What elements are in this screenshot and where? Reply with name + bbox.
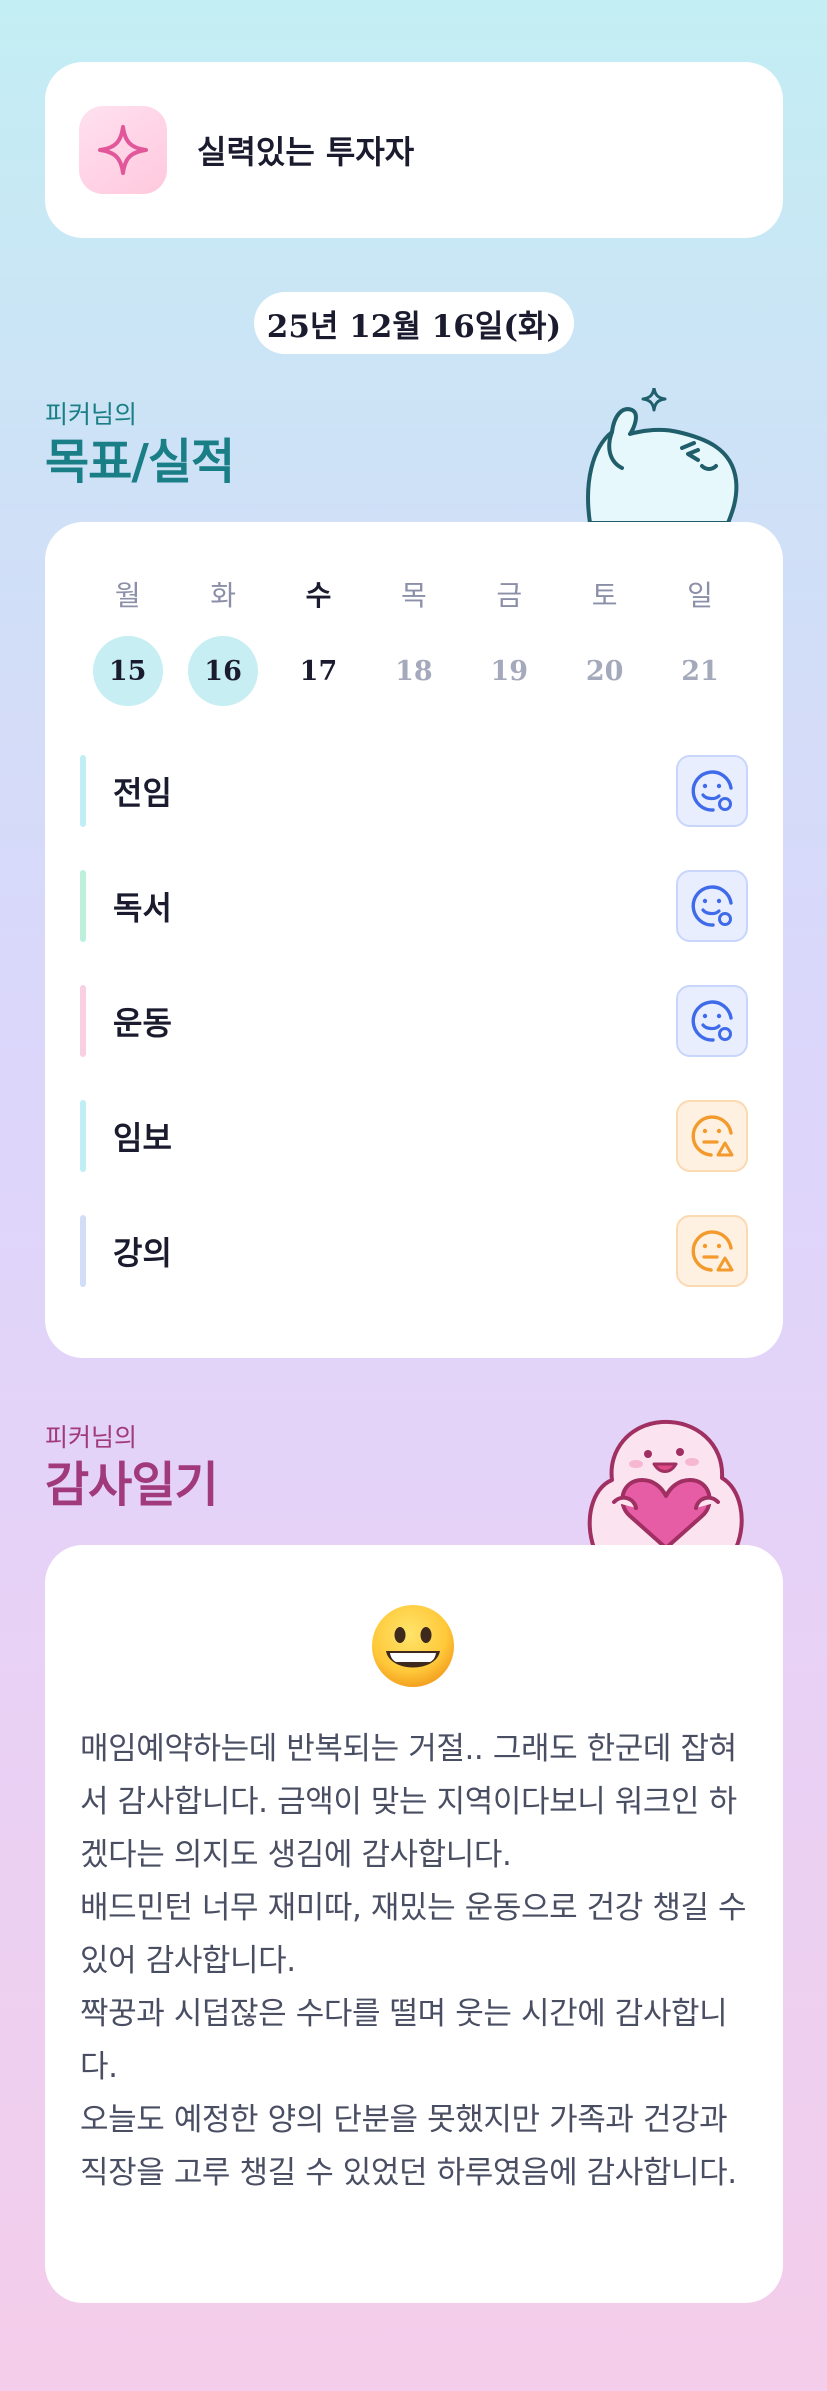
- weekday-label: 목: [400, 579, 427, 612]
- mascot-heart-illustration: [587, 1419, 744, 1548]
- profile-title: 실력있는 투자자: [197, 133, 415, 171]
- weekday-label-today: 수: [305, 579, 332, 612]
- weekday-label: 금: [496, 579, 523, 612]
- smile-check-icon: [691, 770, 733, 812]
- smile-check-icon: [691, 1000, 733, 1042]
- sparkle-icon: [98, 125, 148, 175]
- day-button[interactable]: 18: [379, 636, 449, 706]
- goal-status-button[interactable]: [676, 1100, 748, 1172]
- meh-warning-icon: [691, 1230, 734, 1272]
- thanks-diary-text: 매임예약하는데 반복되는 거절.. 그래도 한군데 잡혀서 감사합니다. 금액이…: [80, 1731, 747, 2191]
- profile-card[interactable]: 실력있는 투자자: [45, 62, 783, 238]
- goals-title: 목표/실적: [45, 434, 235, 490]
- weekday-label: 일: [687, 579, 713, 612]
- goal-label: 전임: [113, 774, 172, 812]
- goal-color-bar: [80, 985, 86, 1057]
- day-button-done[interactable]: 15: [92, 636, 163, 706]
- goal-color-bar: [80, 755, 86, 827]
- smile-check-icon: [691, 885, 733, 927]
- date-pill[interactable]: 25년 12월 16일(화): [254, 292, 574, 354]
- day-button[interactable]: 19: [474, 636, 544, 706]
- weekday-label: 월: [114, 579, 141, 612]
- goal-color-bar: [80, 870, 86, 942]
- day-button[interactable]: 21: [665, 636, 735, 706]
- goal-item[interactable]: 임보: [80, 1100, 748, 1172]
- goal-label: 운동: [113, 1004, 172, 1042]
- goal-color-bar: [80, 1215, 86, 1287]
- goal-label: 임보: [113, 1119, 172, 1157]
- goal-status-button[interactable]: [676, 1215, 748, 1287]
- thanks-diary-card: 매임예약하는데 반복되는 거절.. 그래도 한군데 잡혀서 감사합니다. 금액이…: [45, 1545, 783, 2303]
- goal-status-button[interactable]: [676, 870, 748, 942]
- week-date-row: 15 16 17 18 19 20 21: [80, 635, 748, 707]
- goals-card: 월 화 수 목 금 토 일 15 16 17 18 19 20 21 전임 독서: [45, 522, 783, 1358]
- goal-item[interactable]: 강의: [80, 1215, 748, 1287]
- goal-item[interactable]: 전임: [80, 755, 748, 827]
- weekday-label: 토: [591, 579, 618, 612]
- goal-status-button[interactable]: [676, 755, 748, 827]
- weekday-label: 화: [210, 579, 236, 612]
- thanks-title: 감사일기: [45, 1457, 219, 1513]
- goal-item[interactable]: 독서: [80, 870, 748, 942]
- goal-label: 강의: [113, 1234, 172, 1272]
- mascot-thumbs-up-illustration: [586, 388, 739, 523]
- goal-item[interactable]: 운동: [80, 985, 748, 1057]
- grinning-face-icon: [372, 1605, 454, 1687]
- goal-label: 독서: [113, 889, 172, 927]
- day-button-today[interactable]: 17: [283, 636, 353, 706]
- meh-warning-icon: [691, 1115, 734, 1157]
- day-button-done[interactable]: 16: [188, 636, 259, 706]
- goal-status-button[interactable]: [676, 985, 748, 1057]
- day-button[interactable]: 20: [570, 636, 640, 706]
- weekday-header-row: 월 화 수 목 금 토 일: [80, 574, 748, 614]
- profile-badge: [79, 106, 167, 194]
- goal-color-bar: [80, 1100, 86, 1172]
